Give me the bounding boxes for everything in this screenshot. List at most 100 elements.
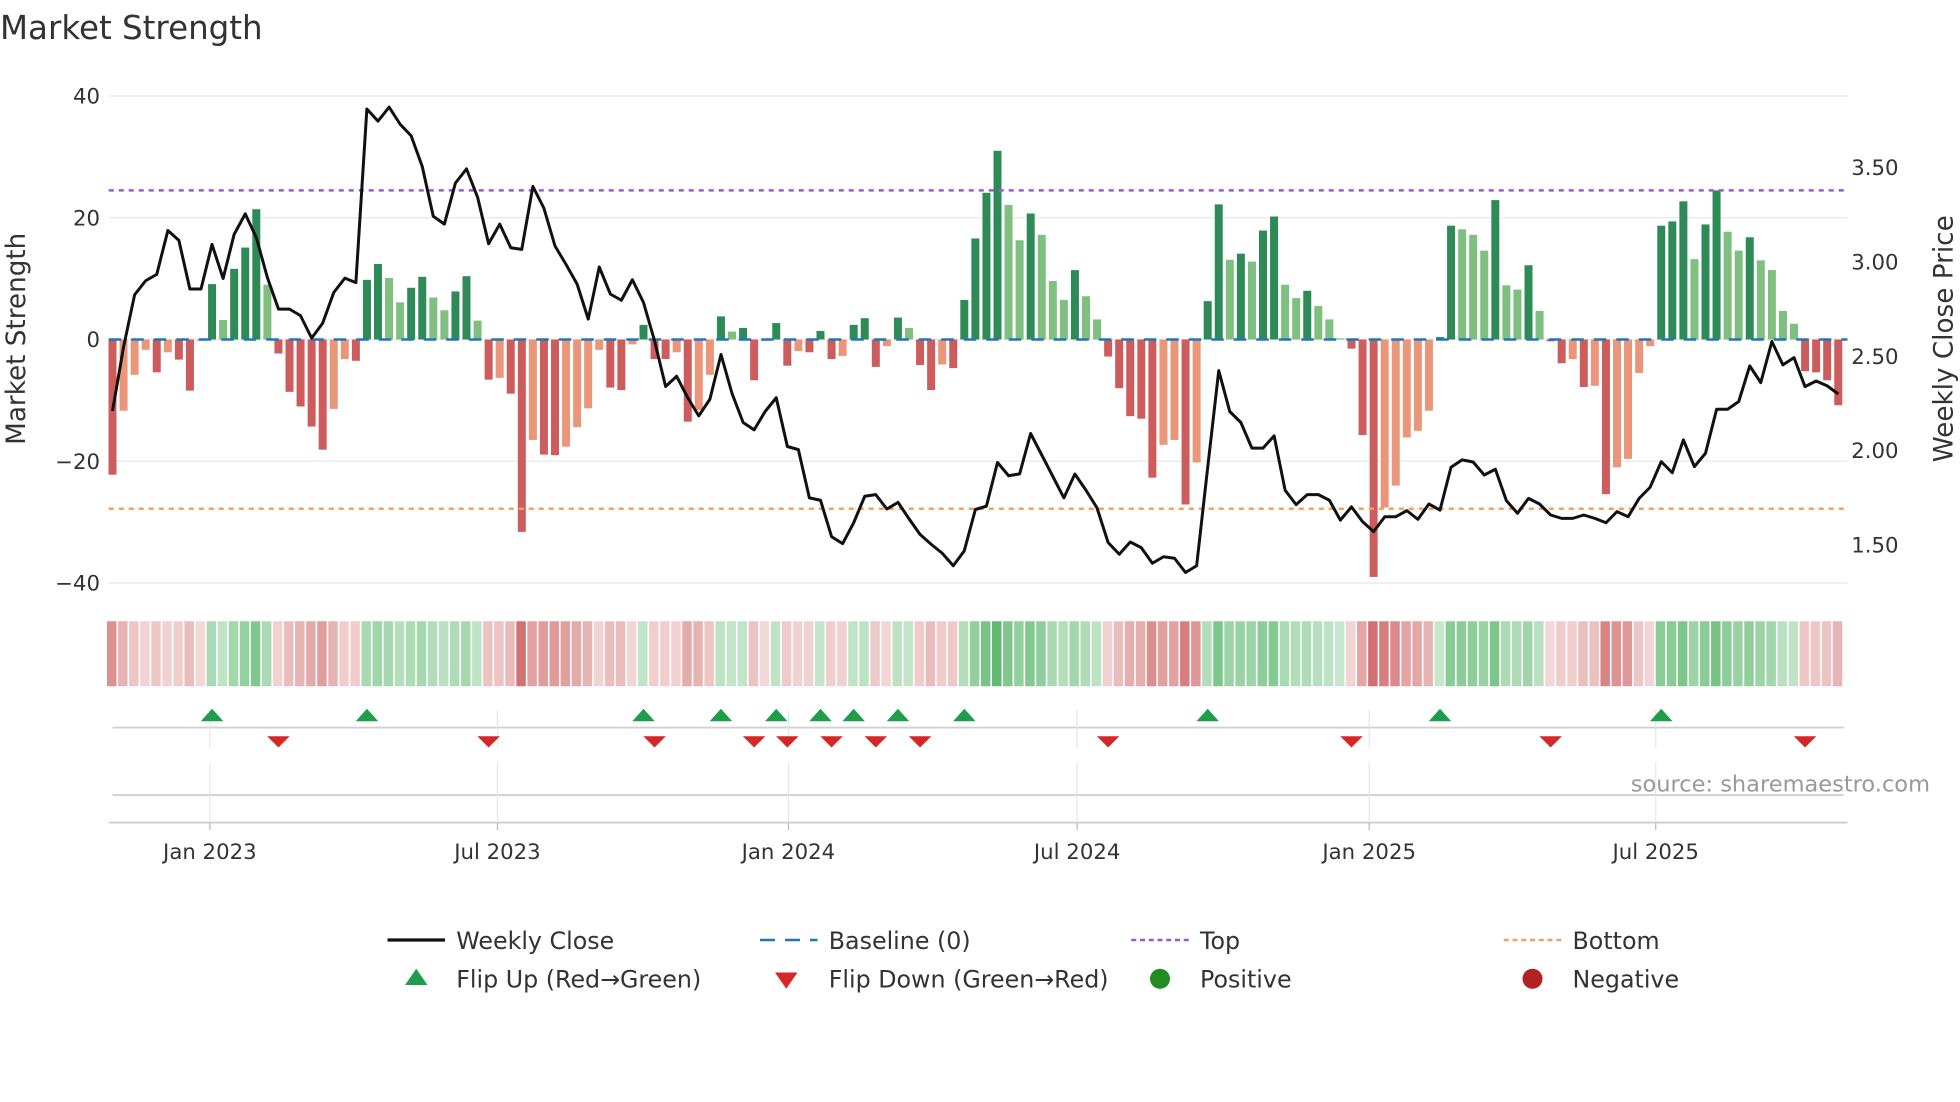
- strip-cell: [1700, 621, 1710, 687]
- strip-cell: [1611, 621, 1621, 687]
- strip-cell: [405, 621, 416, 687]
- strip-cell: [1102, 621, 1113, 687]
- strength-bar: [329, 339, 338, 409]
- strength-bar: [1192, 339, 1201, 463]
- strength-bar: [374, 264, 382, 340]
- strip-cell: [1025, 621, 1035, 687]
- flip-up-marker: [953, 708, 976, 722]
- strength-bar: [1082, 296, 1090, 340]
- flip-down-marker: [776, 736, 799, 748]
- strength-bar: [385, 278, 394, 340]
- strength-bar: [208, 284, 217, 340]
- axes: 40 20 0 −20 −40 3.50 3.00 2.50 2.00 1.50 Jan 2023 J…: [55, 85, 1898, 865]
- strip-cell: [748, 621, 759, 687]
- strength-bar: [728, 331, 737, 340]
- strength-bar: [927, 339, 936, 391]
- y-axis-title: Market Strength: [2, 233, 32, 445]
- strip-cell: [649, 621, 659, 687]
- strength-bar: [905, 327, 913, 340]
- strength-bar: [584, 339, 593, 409]
- strength-bar: [152, 339, 161, 373]
- strength-bar: [1369, 339, 1378, 577]
- strip-cell: [129, 621, 139, 687]
- strength-bar: [1790, 323, 1798, 340]
- strip-cell: [1069, 621, 1079, 687]
- strip-cell: [239, 621, 250, 687]
- flip-up-marker: [709, 708, 733, 722]
- strength-bar: [1214, 204, 1223, 340]
- strength-bar: [230, 268, 239, 340]
- strip-cell: [571, 621, 582, 687]
- strip-cell: [173, 621, 183, 687]
- strength-bar: [672, 339, 681, 353]
- strength-bar: [1126, 339, 1135, 417]
- strip-cell: [737, 621, 748, 687]
- x-tick-label: Jul 2025: [1610, 840, 1698, 865]
- strength-bar: [595, 339, 604, 350]
- strip-cell: [1346, 621, 1356, 687]
- strip-cell: [781, 621, 792, 687]
- strength-bar: [484, 339, 493, 380]
- strip-cell: [1224, 621, 1234, 687]
- strength-bar: [1059, 299, 1068, 340]
- strip-cell: [494, 621, 504, 687]
- strength-bar: [1281, 284, 1290, 340]
- y-tick-label: −40: [55, 572, 100, 597]
- flip-down-marker: [643, 736, 666, 748]
- strip-cell: [461, 621, 471, 687]
- strength-bar: [1745, 237, 1754, 340]
- strength-bar: [1424, 339, 1433, 411]
- strength-bar: [949, 339, 958, 369]
- strip-cell: [803, 621, 814, 687]
- strength-bar: [1447, 225, 1456, 340]
- strip-cell: [394, 621, 405, 687]
- strip-cell: [206, 621, 217, 687]
- y-tick-label: 40: [73, 85, 100, 110]
- strip-cell: [1124, 621, 1135, 687]
- flip-down-marker: [1539, 736, 1562, 748]
- strip-cell: [859, 621, 869, 687]
- triangle-down-icon: [775, 972, 798, 989]
- flip-down-marker: [908, 736, 932, 748]
- legend-label: Baseline (0): [829, 927, 971, 955]
- strength-bar: [982, 192, 991, 340]
- strength-bar: [871, 339, 880, 367]
- strength-bar: [185, 339, 194, 391]
- strength-bar: [539, 339, 548, 455]
- strip-cell: [604, 621, 615, 687]
- strip-cell: [1545, 621, 1555, 687]
- strength-bar: [1236, 253, 1245, 340]
- strip-cell: [1246, 621, 1256, 687]
- strip-cell: [372, 621, 382, 687]
- strip-cell: [361, 621, 371, 687]
- strength-bar: [351, 339, 360, 361]
- strength-bar: [362, 279, 371, 340]
- x-tick-label: Jan 2025: [1320, 840, 1416, 865]
- strength-bar: [528, 339, 537, 440]
- strength-bar: [241, 247, 250, 340]
- strength-bar: [296, 339, 305, 407]
- strip-cell: [1589, 621, 1599, 687]
- strength-bar: [1613, 339, 1621, 468]
- flip-down-marker: [1340, 736, 1363, 748]
- strength-bar: [141, 339, 150, 350]
- strength-bar: [1070, 270, 1079, 340]
- flip-down-marker: [742, 736, 766, 748]
- strip-cell: [1135, 621, 1146, 687]
- strip-cell: [328, 621, 338, 687]
- strip-cell: [1567, 621, 1577, 687]
- strip-cell: [936, 621, 947, 687]
- strip-cell: [1578, 621, 1588, 687]
- strip-cell: [1744, 621, 1754, 687]
- strength-bar: [1801, 339, 1810, 372]
- strip-cell: [1334, 621, 1345, 687]
- strip-cell: [427, 621, 438, 687]
- strength-bar: [506, 339, 515, 394]
- strength-bar: [716, 316, 725, 340]
- strip-cell: [715, 621, 725, 687]
- strip-cell: [726, 621, 736, 687]
- strip-cell: [1622, 621, 1633, 687]
- strip-cell: [1191, 621, 1201, 687]
- strip-cell: [1766, 621, 1776, 687]
- strength-bar: [407, 287, 416, 340]
